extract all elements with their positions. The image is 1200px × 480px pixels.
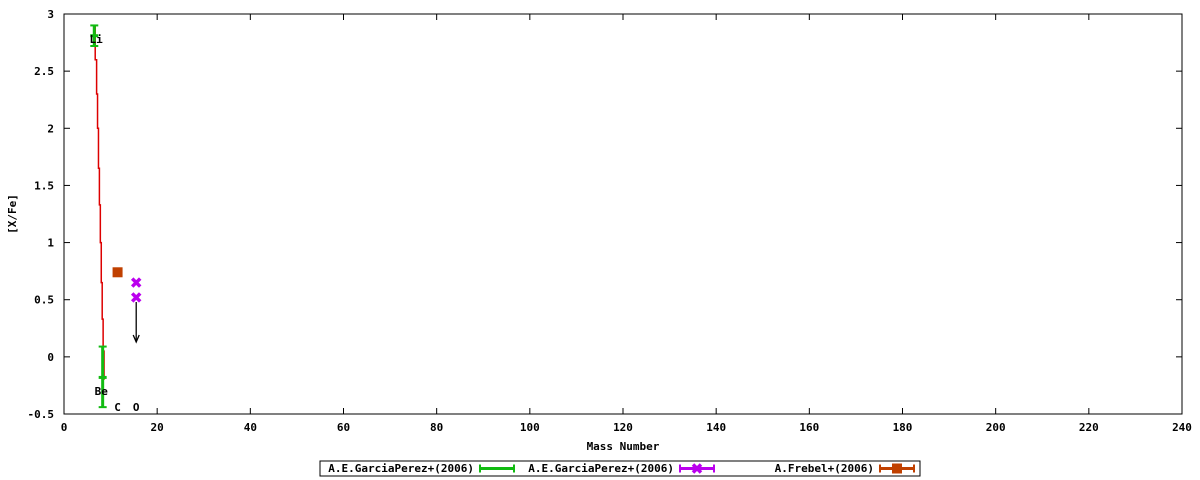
point-marker xyxy=(892,463,902,474)
ticks: 0 20 40 60 80 100 120 140 160 180 200 220 240 -0.5 0 0.… xyxy=(28,8,1192,434)
legend: A.E.GarciaPerez+(2006) A.E.GarciaPerez+(2… xyxy=(319,460,921,477)
x-tick-label: 160 xyxy=(799,421,819,434)
series-2 xyxy=(130,277,142,303)
x-tick-label: 200 xyxy=(986,421,1006,434)
data-points xyxy=(90,24,142,409)
point-marker xyxy=(130,292,142,303)
model-line xyxy=(93,24,105,380)
y-tick-label: 2 xyxy=(47,122,54,135)
x-tick-label: 60 xyxy=(337,421,350,434)
element-label: O xyxy=(133,401,140,414)
x-tick-label: 20 xyxy=(151,421,164,434)
legend-label: A.Frebel+(2006) xyxy=(775,462,874,475)
y-tick-label: 1.5 xyxy=(34,179,54,192)
y-tick-label: 3 xyxy=(47,8,54,21)
chart-svg: 0 20 40 60 80 100 120 140 160 180 200 220 240 -0.5 0 0.… xyxy=(6,8,1192,477)
x-tick-label: 120 xyxy=(613,421,633,434)
y-axis-label: [X/Fe] xyxy=(6,194,19,234)
legend-label: A.E.GarciaPerez+(2006) xyxy=(528,462,674,475)
element-label: C xyxy=(114,401,121,414)
series-3 xyxy=(112,267,123,278)
x-tick-label: 100 xyxy=(520,421,540,434)
x-tick-label: 220 xyxy=(1079,421,1099,434)
y-tick-label: 0 xyxy=(47,351,54,364)
y-tick-label: 0.5 xyxy=(34,294,54,307)
y-tick-label: 2.5 xyxy=(34,65,54,78)
x-tick-label: 40 xyxy=(244,421,257,434)
point-marker xyxy=(112,267,123,278)
legend-label: A.E.GarciaPerez+(2006) xyxy=(328,462,474,475)
x-tick-label: 180 xyxy=(893,421,913,434)
axes xyxy=(63,13,1183,415)
x-tick-label: 140 xyxy=(706,421,726,434)
plot-frame xyxy=(63,13,1183,415)
y-tick-label: 1 xyxy=(47,237,54,250)
series-1 xyxy=(90,24,107,409)
x-tick-label: 0 xyxy=(61,421,68,434)
model-curve xyxy=(93,24,105,380)
y-tick-label: -0.5 xyxy=(28,408,55,421)
x-tick-label: 80 xyxy=(430,421,443,434)
x-tick-label: 240 xyxy=(1172,421,1192,434)
element-label: Li xyxy=(90,33,104,46)
element-label: Be xyxy=(95,385,109,398)
x-axis-label: Mass Number xyxy=(587,440,660,453)
point-marker xyxy=(130,277,142,288)
